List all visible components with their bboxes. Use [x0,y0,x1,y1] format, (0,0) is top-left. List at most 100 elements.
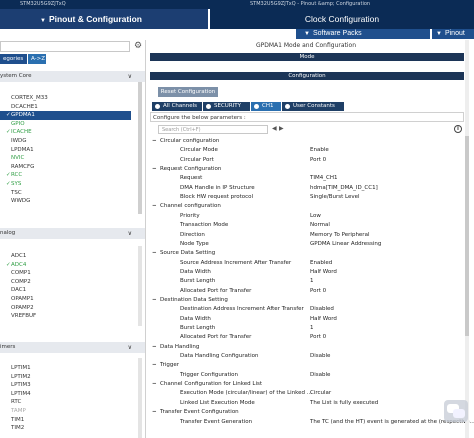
parameter-value[interactable]: hdma[TIM_DMA_ID_CC1] [310,184,378,194]
sidebar-item-lpdma1[interactable]: LPDMA1 [6,146,131,155]
sidebar-item-vrefbuf[interactable]: VREFBUF [6,312,131,321]
configuration-bar[interactable]: Configuration [150,72,464,80]
software-packs-menu[interactable]: ▼ Software Packs [296,29,430,39]
category-search-input[interactable] [0,41,130,52]
gear-icon[interactable]: ⚙ [134,41,142,51]
tab-all-channels[interactable]: All Channels [152,102,202,111]
parameter-value[interactable]: Low [310,212,321,222]
collapse-icon[interactable]: − [152,202,160,212]
parameter-value[interactable]: TIM4_CH1 [310,174,337,184]
parameter-group[interactable]: − Trigger [152,361,452,371]
parameter-group[interactable]: − Data Handling [152,343,452,353]
sidebar-item-lptim3[interactable]: LPTIM3 [6,381,131,390]
parameter-row[interactable]: Circular Mode Enable [148,146,470,156]
system-core-scrollbar[interactable] [138,82,142,214]
sidebar-item-lptim4[interactable]: LPTIM4 [6,390,131,399]
chat-icon[interactable] [444,400,468,422]
parameter-value[interactable]: 1 [310,324,314,334]
parameter-value[interactable]: Memory To Peripheral [310,231,369,241]
tab-clock-configuration[interactable]: Clock Configuration [210,9,474,29]
tab-user-constants[interactable]: User Constants [282,102,344,111]
sidebar-item-icache[interactable]: ✓ICACHE [6,128,131,137]
parameter-row[interactable]: Circular Port Port 0 [148,156,470,166]
sidebar-item-sys[interactable]: ✓SYS [6,180,131,189]
parameter-group[interactable]: − Channel configuration [152,202,452,212]
tab-pinout-configuration[interactable]: ▼ Pinout & Configuration [0,9,208,29]
collapse-icon[interactable]: − [152,165,160,175]
collapse-icon[interactable]: − [152,408,160,418]
sidebar-item-nvic[interactable]: NVIC [6,154,131,163]
sidebar-item-tsc[interactable]: TSC [6,189,131,198]
tab-ch1[interactable]: CH1 [251,102,281,111]
parameter-row[interactable]: Block HW request protocol Single/Burst Le… [148,193,470,203]
collapse-icon[interactable]: − [152,137,160,147]
sidebar-item-rtc[interactable]: RTC [6,398,131,407]
parameter-value[interactable]: Port 0 [310,287,326,297]
sidebar-item-lptim1[interactable]: LPTIM1 [6,364,131,373]
parameter-scrollbar-thumb[interactable] [465,136,469,336]
parameter-value[interactable]: Enable [310,146,329,156]
parameter-row[interactable]: DMA Handle in IP Structure hdma[TIM_DMA_I… [148,184,470,194]
parameter-row[interactable]: Data Width Half Word [148,268,470,278]
sidebar-item-comp2[interactable]: COMP2 [6,278,131,287]
categories-view-button[interactable]: egories [0,54,27,64]
timers-scrollbar[interactable] [138,358,142,438]
sidebar-item-tim2[interactable]: TIM2 [6,424,131,433]
sidebar-item-ramcfg[interactable]: RAMCFG [6,163,131,172]
search-previous-icon[interactable]: ◀ [272,125,277,132]
parameter-row[interactable]: Trigger Configuration Disable [148,371,470,381]
parameter-row[interactable]: Allocated Port for Transfer Port 0 [148,333,470,343]
parameter-row[interactable]: Request TIM4_CH1 [148,174,470,184]
parameter-row[interactable]: Allocated Port for Transfer Port 0 [148,287,470,297]
reset-configuration-button[interactable]: Reset Configuration [158,87,218,97]
parameter-value[interactable]: Enabled [310,259,332,269]
sidebar-item-dcache1[interactable]: DCACHE1 [6,103,131,112]
section-analog[interactable]: nalog ∨ [0,228,145,239]
collapse-icon[interactable]: − [152,361,160,371]
parameter-value[interactable]: Half Word [310,268,337,278]
collapse-icon[interactable]: − [152,343,160,353]
parameter-row[interactable]: Transaction Mode Normal [148,221,470,231]
pinout-menu[interactable]: ▼ Pinout [432,29,474,39]
sidebar-item-tim1[interactable]: TIM1 [6,416,131,425]
parameter-row[interactable]: Burst Length 1 [148,277,470,287]
parameter-row[interactable]: Data Width Half Word [148,315,470,325]
collapse-icon[interactable]: − [152,296,160,306]
parameter-row[interactable]: Execution Mode (circular/linear) of the … [148,389,470,399]
sidebar-item-opamp1[interactable]: OPAMP1 [6,295,131,304]
parameter-row[interactable]: Data Handling Configuration Disable [148,352,470,362]
parameter-value[interactable]: Single/Burst Level [310,193,360,203]
parameter-group[interactable]: − Destination Data Setting [152,296,452,306]
sidebar-item-wwdg[interactable]: WWDG [6,197,131,206]
sidebar-item-opamp2[interactable]: OPAMP2 [6,304,131,313]
parameter-row[interactable]: Source Address Increment After Transfer E… [148,259,470,269]
breadcrumb-view[interactable]: STM32U5G9ZJTxQ - Pinout &amp; Configurat… [250,0,474,9]
parameter-row[interactable]: Node Type GPDMA Linear Addressing [148,240,470,250]
parameter-group[interactable]: − Request Configuration [152,165,452,175]
sidebar-item-iwdg[interactable]: IWDG [6,137,131,146]
tab-security[interactable]: SECURITY [203,102,250,111]
sidebar-item-gpdma1[interactable]: ✓GPDMA1 [0,111,131,120]
collapse-icon[interactable]: − [152,249,160,259]
parameter-group[interactable]: − Channel Configuration for Linked List [152,380,452,390]
search-next-icon[interactable]: ▶ [279,125,284,132]
sidebar-item-adc1[interactable]: ADC1 [6,252,131,261]
sidebar-item-cortex-m33[interactable]: CORTEX_M33 [6,94,131,103]
sidebar-item-comp1[interactable]: COMP1 [6,269,131,278]
parameter-value[interactable]: Port 0 [310,156,326,166]
parameter-row[interactable]: Priority Low [148,212,470,222]
sidebar-item-dac1[interactable]: DAC1 [6,286,131,295]
info-icon[interactable]: i [454,125,462,133]
section-system-core[interactable]: ystem Core ∨ [0,71,145,82]
sidebar-item-gpio[interactable]: GPIO [6,120,131,129]
parameter-value[interactable]: Disabled [310,305,334,315]
parameter-value[interactable]: Disable [310,371,330,381]
collapse-icon[interactable]: − [152,380,160,390]
parameter-group[interactable]: − Circular configuration [152,137,452,147]
parameter-value[interactable]: Disable [310,352,330,362]
parameter-row[interactable]: Destination Address Increment After Tran… [148,305,470,315]
sidebar-item-rcc[interactable]: ✓RCC [6,171,131,180]
mode-bar[interactable]: Mode [150,53,464,61]
sidebar-item-tamp[interactable]: TAMP [6,407,131,416]
parameter-group[interactable]: − Transfer Event Configuration [152,408,452,418]
